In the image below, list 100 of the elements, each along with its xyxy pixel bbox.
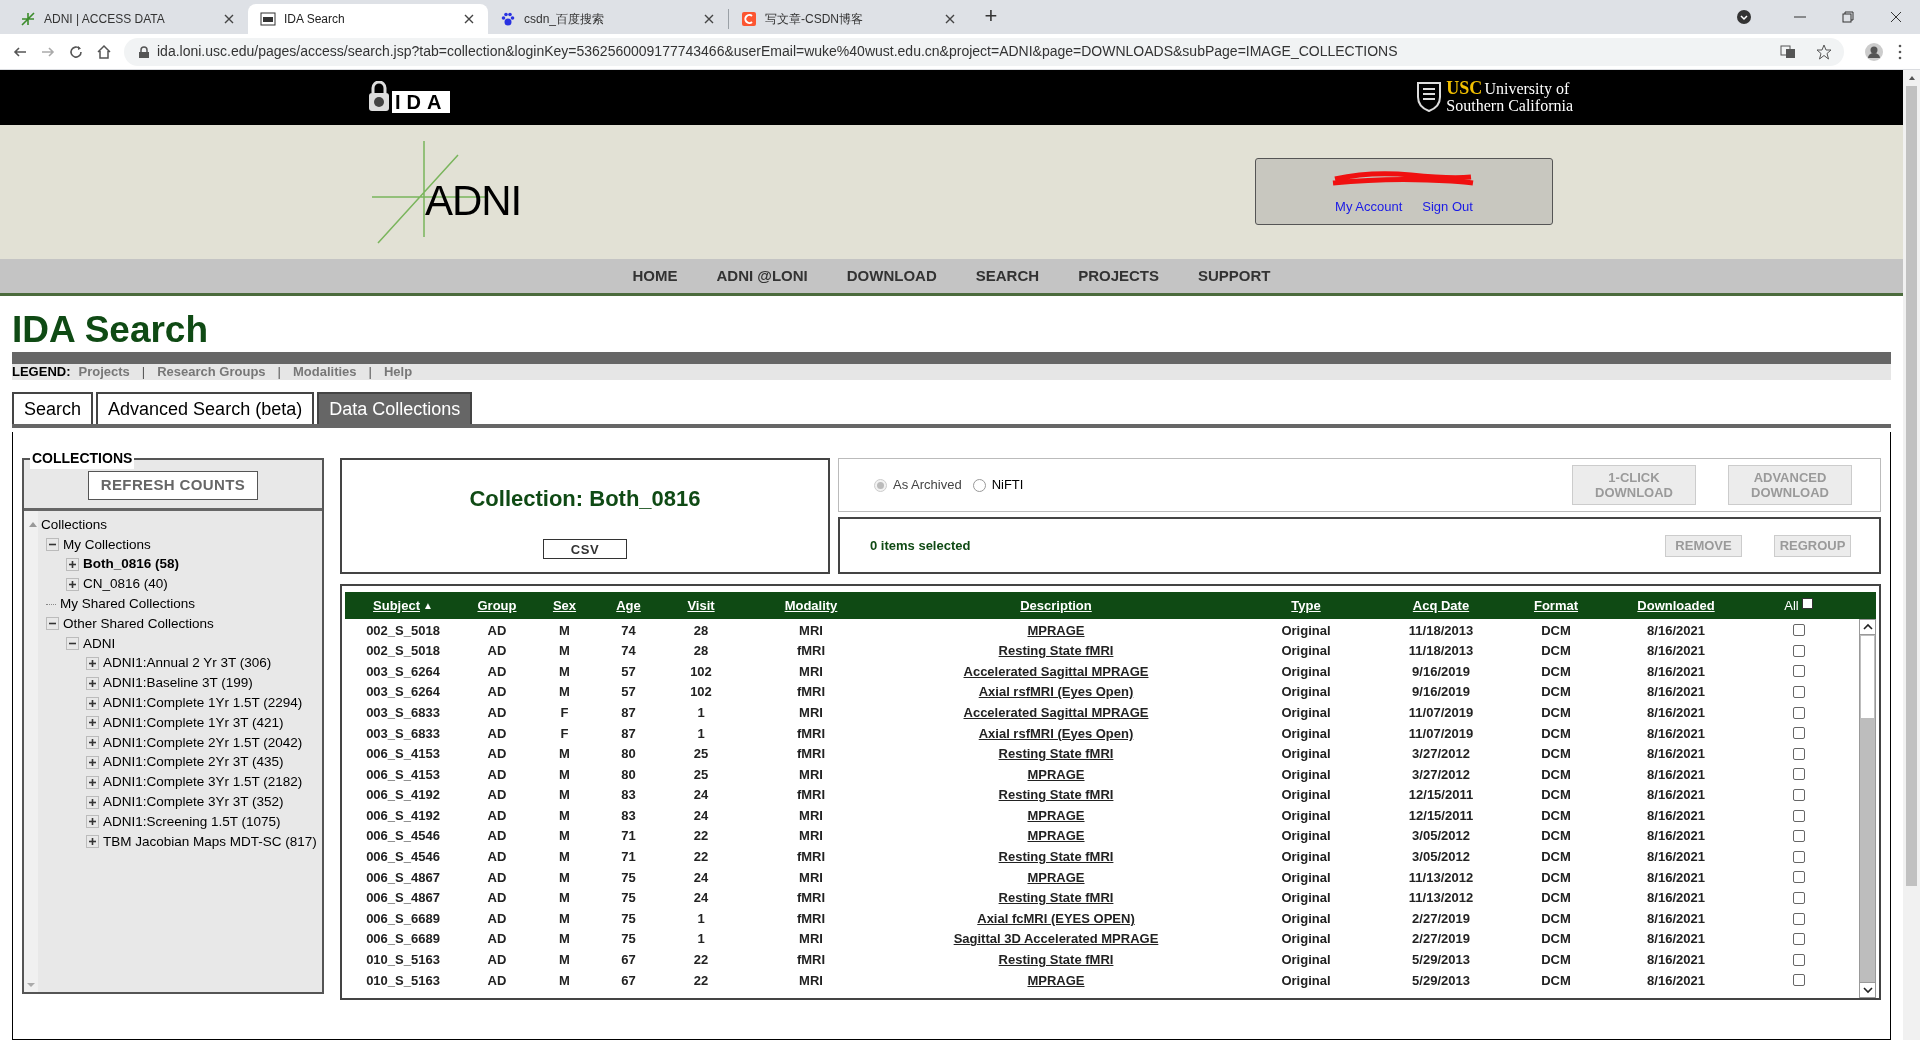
row-checkbox[interactable] [1792,912,1805,925]
column-header[interactable]: Type [1291,595,1321,616]
translate-icon[interactable] [1780,43,1796,60]
legend-link[interactable]: Modalities [292,362,357,382]
description-link[interactable]: Axial fcMRI (EYES OPEN) [977,908,1135,929]
row-checkbox[interactable] [1792,830,1805,843]
description-link[interactable]: Resting State fMRI [998,847,1114,867]
row-checkbox[interactable] [1792,953,1805,966]
tree-item[interactable]: ADNI1:Complete 2Yr 3T (435) [102,752,285,773]
tree-item[interactable]: Both_0816 (58) [82,554,181,575]
plus-icon[interactable] [86,755,99,769]
description-link[interactable]: Resting State fMRI [998,744,1114,764]
row-checkbox[interactable] [1792,686,1805,699]
scrollbar-thumb[interactable] [1861,636,1874,718]
browser-tab[interactable]: ADNI | ACCESS DATA [8,4,248,34]
row-checkbox[interactable] [1792,892,1805,904]
new-tab-button[interactable]: + [977,2,1005,30]
row-checkbox[interactable] [1792,974,1805,987]
plus-icon[interactable] [66,577,79,591]
plus-icon[interactable] [86,775,99,789]
tree-item[interactable]: ADNI1:Annual 2 Yr 3T (306) [102,653,273,674]
close-icon[interactable] [943,12,957,26]
plus-icon[interactable] [86,736,99,750]
browser-tab[interactable]: IDA Search [248,4,488,34]
row-checkbox[interactable] [1792,665,1805,678]
tree-item[interactable]: ADNI1:Complete 1Yr 1.5T (2294) [102,692,304,714]
column-header[interactable]: Modality [784,595,838,616]
plus-icon[interactable] [86,696,99,710]
description-link[interactable]: MPRAGE [1027,970,1085,991]
column-header[interactable]: Sex [552,595,577,616]
address-bar[interactable]: ida.loni.usc.edu/pages/access/search.jsp?tab=collection&loginKey=5362560009177743466&userEmail=wuke%40wust.edu.cn&project=ADNI&page=DOWNLOADS&subPage=IMAGE_COLLECTIONS [124,37,1844,66]
scroll-up-icon[interactable] [1862,623,1873,631]
tree-item[interactable]: TBM Jacobian Maps MDT-SC (817) [102,831,318,852]
nav-link[interactable]: DOWNLOAD [846,264,937,288]
radio-button[interactable] [972,478,986,492]
tree-item[interactable]: Other Shared Collections [62,613,215,634]
row-checkbox[interactable] [1792,706,1805,719]
home-icon[interactable] [96,43,112,60]
close-icon[interactable] [462,12,476,26]
star-icon[interactable] [1816,43,1832,60]
legend-link[interactable]: Help [383,362,413,382]
plus-icon[interactable] [86,835,99,849]
row-checkbox[interactable] [1792,871,1805,884]
description-link[interactable]: Accelerated Sagittal MPRAGE [963,702,1149,723]
description-link[interactable]: MPRAGE [1027,867,1085,888]
nav-link[interactable]: SEARCH [975,264,1040,288]
column-header[interactable]: Format [1533,595,1579,616]
refresh-counts-button[interactable]: REFRESH COUNTS [88,471,258,500]
row-checkbox[interactable] [1792,933,1805,946]
tree-item[interactable]: CN_0816 (40) [82,574,169,595]
plus-icon[interactable] [86,716,99,730]
dropdown-icon[interactable] [1736,9,1752,25]
minus-icon[interactable] [46,538,59,552]
csv-button[interactable]: CSV [543,539,627,559]
scrollbar-thumb[interactable] [1906,86,1917,886]
nav-link[interactable]: HOME [632,264,678,288]
column-header[interactable]: Age [616,595,641,616]
description-link[interactable]: MPRAGE [1027,805,1085,826]
column-header[interactable]: Subject [373,595,421,616]
plus-icon[interactable] [86,676,99,690]
row-checkbox[interactable] [1792,747,1805,760]
minus-icon[interactable] [46,617,59,631]
tree-item[interactable]: ADNI1:Complete 1Yr 3T (421) [102,712,285,733]
tree-item[interactable]: ADNI1:Screening 1.5T (1075) [102,811,282,832]
scroll-up-icon[interactable] [1906,74,1917,82]
nav-link[interactable]: PROJECTS [1078,264,1159,288]
description-link[interactable]: Resting State fMRI [998,785,1114,805]
browser-tab[interactable]: 写文章-CSDN博客 [729,4,969,34]
description-link[interactable]: Resting State fMRI [998,641,1114,661]
tree-item[interactable]: ADNI1:Complete 3Yr 1.5T (2182) [102,772,304,793]
tree-item[interactable]: ADNI1:Complete 2Yr 1.5T (2042) [102,732,304,753]
nav-link[interactable]: SUPPORT [1198,264,1271,288]
description-link[interactable]: MPRAGE [1027,826,1085,846]
close-icon[interactable] [1888,9,1904,25]
account-link[interactable]: My Account [1335,196,1403,217]
reload-icon[interactable] [68,43,84,60]
legend-link[interactable]: Projects [78,362,130,382]
close-icon[interactable] [702,12,716,26]
tree-item[interactable]: ADNI [82,633,117,654]
row-checkbox[interactable] [1792,850,1805,863]
row-checkbox[interactable] [1792,644,1805,657]
nav-link[interactable]: ADNI @LONI [716,264,808,288]
legend-link[interactable]: Research Groups [157,362,266,382]
description-link[interactable]: Sagittal 3D Accelerated MPRAGE [953,929,1159,949]
tree-item[interactable]: ADNI1:Baseline 3T (199) [102,673,254,694]
row-checkbox[interactable] [1792,809,1805,822]
description-link[interactable]: Accelerated Sagittal MPRAGE [963,661,1149,682]
column-header[interactable]: Description [1020,595,1092,616]
select-all-checkbox[interactable] [1801,598,1813,609]
tree-item[interactable]: My Collections [62,534,152,555]
row-checkbox[interactable] [1792,768,1805,781]
description-link[interactable]: MPRAGE [1027,620,1085,641]
column-header[interactable]: Group [477,595,517,616]
plus-icon[interactable] [66,558,79,571]
description-link[interactable]: Resting State fMRI [998,888,1114,908]
more-menu-icon[interactable] [1896,43,1904,60]
column-header[interactable]: Downloaded [1637,595,1715,616]
tab[interactable]: Search [12,392,94,424]
tree-item[interactable]: ADNI1:Complete 3Yr 3T (352) [102,791,285,813]
plus-icon[interactable] [86,656,99,670]
